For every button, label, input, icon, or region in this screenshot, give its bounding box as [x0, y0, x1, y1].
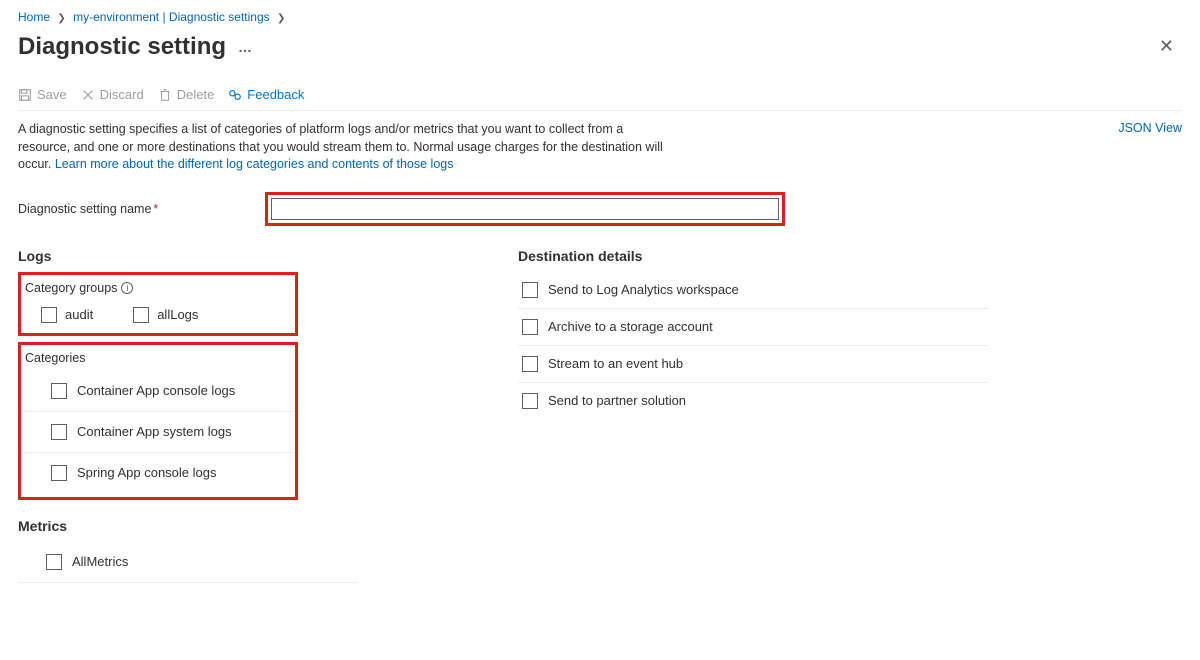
logs-column: Logs Category groups i audit allLogs Cat…: [18, 248, 498, 583]
checkbox-partner-solution[interactable]: Send to partner solution: [518, 382, 988, 419]
json-view-link[interactable]: JSON View: [1118, 121, 1182, 135]
metrics-list: AllMetrics: [18, 542, 358, 583]
main-columns: Logs Category groups i audit allLogs Cat…: [18, 248, 1182, 583]
save-icon: [18, 88, 32, 102]
info-icon[interactable]: i: [121, 282, 133, 294]
page-title-text: Diagnostic setting: [18, 33, 226, 61]
description-text: A diagnostic setting specifies a list of…: [18, 121, 678, 174]
destinations-title: Destination details: [518, 248, 988, 264]
toolbar: Save Discard Delete Feedback: [18, 79, 1182, 111]
checkbox-alllogs[interactable]: allLogs: [133, 307, 198, 323]
diagnostic-name-input[interactable]: [271, 198, 779, 220]
breadcrumb: Home ❯ my-environment | Diagnostic setti…: [18, 10, 1182, 24]
metrics-title: Metrics: [18, 518, 498, 534]
checkbox-audit[interactable]: audit: [41, 307, 93, 323]
checkbox-container-console-logs[interactable]: Container App console logs: [23, 371, 293, 411]
checkbox-storage-account[interactable]: Archive to a storage account: [518, 308, 988, 345]
checkbox-allmetrics[interactable]: AllMetrics: [18, 542, 358, 583]
feedback-icon: [228, 88, 242, 102]
name-input-highlight: [265, 192, 785, 226]
destinations-column: Destination details Send to Log Analytic…: [518, 248, 988, 583]
description-row: A diagnostic setting specifies a list of…: [18, 121, 1182, 174]
category-groups-row: audit allLogs: [23, 301, 293, 329]
page-title: Diagnostic setting …: [18, 33, 253, 61]
checkbox-event-hub[interactable]: Stream to an event hub: [518, 345, 988, 382]
breadcrumb-environment[interactable]: my-environment | Diagnostic settings: [73, 10, 270, 24]
checkbox-spring-console-logs[interactable]: Spring App console logs: [23, 452, 293, 493]
category-groups-highlight: Category groups i audit allLogs: [18, 272, 298, 336]
checkbox-container-system-logs[interactable]: Container App system logs: [23, 411, 293, 452]
close-icon[interactable]: ✕: [1151, 32, 1182, 61]
save-button[interactable]: Save: [18, 87, 67, 102]
delete-icon: [158, 88, 172, 102]
categories-highlight: Categories Container App console logs Co…: [18, 342, 298, 500]
feedback-button[interactable]: Feedback: [228, 87, 304, 102]
name-field-label: Diagnostic setting name*: [18, 202, 253, 216]
destinations-list: Send to Log Analytics workspace Archive …: [518, 272, 988, 419]
discard-icon: [81, 88, 95, 102]
checkbox-log-analytics[interactable]: Send to Log Analytics workspace: [518, 272, 988, 308]
page-header: Diagnostic setting … ✕: [18, 32, 1182, 61]
required-indicator: *: [153, 202, 158, 216]
metrics-section: Metrics AllMetrics: [18, 518, 498, 583]
breadcrumb-home[interactable]: Home: [18, 10, 50, 24]
chevron-right-icon: ❯: [57, 13, 65, 24]
chevron-right-icon: ❯: [277, 13, 285, 24]
logs-title: Logs: [18, 248, 498, 264]
category-groups-label: Category groups i: [23, 279, 293, 301]
learn-more-link[interactable]: Learn more about the different log categ…: [55, 157, 454, 171]
more-icon[interactable]: …: [238, 39, 253, 55]
delete-button[interactable]: Delete: [158, 87, 215, 102]
discard-button[interactable]: Discard: [81, 87, 144, 102]
categories-label: Categories: [23, 349, 293, 371]
name-field-row: Diagnostic setting name*: [18, 192, 1182, 226]
